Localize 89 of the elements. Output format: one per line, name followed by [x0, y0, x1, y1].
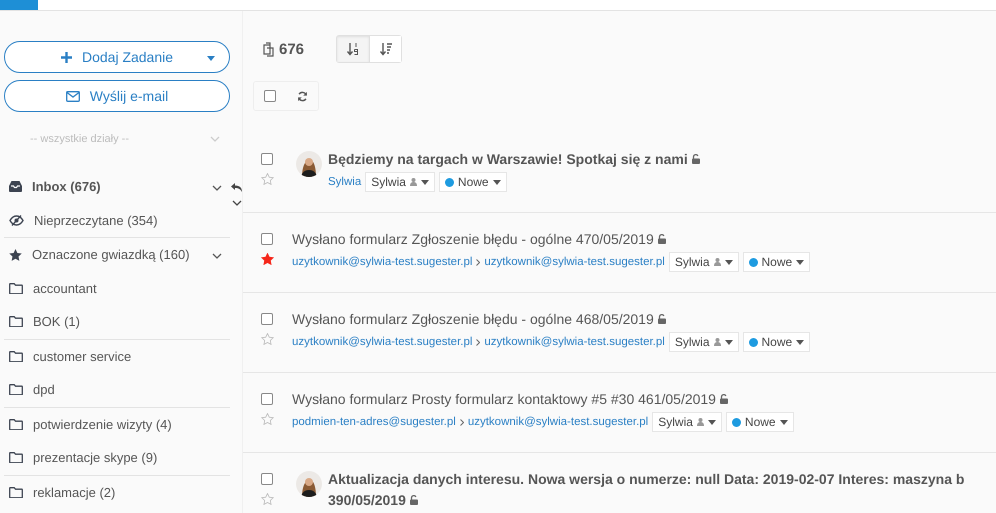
expand-chevron-icon [212, 253, 222, 260]
message-subject[interactable]: Wysłano formularz Prosty formularz kontaktowy #5 #30 461/05/2019 [292, 391, 716, 407]
caret-icon [724, 340, 732, 344]
sort-button[interactable] [337, 36, 370, 62]
row-checkbox[interactable] [261, 313, 273, 325]
caret-icon [708, 420, 716, 424]
folder-icon [9, 486, 23, 498]
sender-address[interactable]: uzytkownik@sylwia-test.sugester.pl [292, 336, 472, 348]
folder-icon [9, 316, 23, 328]
sort-numeric-icon [346, 42, 360, 56]
reply-icon[interactable] [231, 183, 242, 192]
sidebar-item[interactable]: Oznaczone gwiazdką (160) [4, 238, 230, 272]
lock-icon [658, 234, 666, 244]
row-checkbox[interactable] [261, 233, 273, 245]
message-count: 676 [279, 40, 304, 58]
owner-dropdown[interactable]: Sylwia [365, 172, 435, 192]
status-dropdown[interactable]: Nowe [726, 412, 794, 432]
chevron-right-icon [476, 258, 480, 266]
star-icon [9, 248, 22, 261]
caret-icon [796, 260, 804, 264]
sidebar-item[interactable]: BOK (1) [4, 305, 230, 338]
person-icon [714, 258, 720, 266]
send-email-button[interactable]: Wyślij e-mail [4, 80, 230, 112]
recipient-address[interactable]: uzytkownik@sylwia-test.sugester.pl [484, 256, 665, 268]
lock-icon [658, 314, 666, 324]
sender-address[interactable]: uzytkownik@sylwia-test.sugester.pl [292, 256, 472, 268]
caret-icon [780, 420, 788, 424]
add-task-button[interactable]: Dodaj Zadanie [4, 41, 230, 73]
folder-icon [9, 452, 23, 464]
folder-icon [9, 384, 23, 396]
lock-icon [692, 154, 700, 164]
sidebar-item[interactable]: dpd [4, 373, 230, 406]
sidebar-item[interactable]: customer service [4, 340, 230, 373]
status-dropdown[interactable]: Nowe [742, 332, 810, 352]
owner-dropdown[interactable]: Sylwia [668, 252, 738, 272]
caret-icon [796, 340, 804, 344]
sidebar-item[interactable]: accountant [4, 272, 230, 305]
message-subject[interactable]: Wysłano formularz Zgłoszenie błędu - ogólne 468/05/2019 [292, 311, 654, 327]
person-icon [410, 178, 417, 186]
lock-icon [720, 394, 728, 404]
chevron-right-icon [460, 418, 464, 426]
row-checkbox[interactable] [261, 473, 273, 485]
select-all-checkbox[interactable] [264, 90, 276, 102]
message-subject[interactable]: 390/05/2019 [328, 492, 406, 508]
expand-chevron-icon [212, 185, 222, 192]
recipient-address[interactable]: uzytkownik@sylwia-test.sugester.pl [484, 336, 665, 348]
sender-address[interactable]: podmien-ten-adres@sugester.pl [292, 416, 456, 428]
message-subject[interactable]: Wysłano formularz Zgłoszenie błędu - ogólne 470/05/2019 [292, 231, 654, 247]
refresh-icon[interactable] [296, 90, 308, 102]
caret-icon [207, 56, 215, 61]
recipient-address[interactable]: uzytkownik@sylwia-test.sugester.pl [468, 416, 648, 428]
sidebar-item[interactable]: Inbox (676) [4, 170, 230, 204]
folder-icon [9, 418, 23, 430]
status-dropdown[interactable]: Nowe [742, 252, 810, 272]
star-icon[interactable] [261, 493, 274, 505]
star-icon[interactable] [261, 253, 274, 265]
caret-icon [492, 180, 501, 184]
star-icon[interactable] [261, 173, 274, 185]
status-dropdown[interactable]: Nowe [438, 172, 507, 192]
sort-lines-icon [378, 42, 393, 56]
person-icon [696, 418, 704, 426]
star-icon[interactable] [261, 413, 274, 425]
sidebar-item[interactable]: potwierdzenie wizyty (4) [4, 408, 230, 441]
sender-address[interactable]: Sylwia [328, 176, 362, 188]
message-subject[interactable]: Aktualizacja danych interesu. Nowa wersja o numerze: null Data: 2019-02-07 Interes: maszyna b [328, 471, 964, 487]
caret-icon [420, 180, 429, 184]
envelope-icon [66, 90, 80, 102]
lock-icon [410, 495, 418, 505]
plus-icon [60, 52, 72, 62]
person-icon [714, 338, 720, 346]
row-checkbox[interactable] [261, 153, 273, 165]
caret-icon [724, 260, 732, 264]
folder-icon [9, 282, 23, 294]
eye-slash-icon [9, 214, 24, 226]
row-checkbox[interactable] [261, 393, 273, 405]
sidebar-item[interactable]: Nieprzeczytane (354) [4, 204, 230, 237]
copy-icon [261, 42, 276, 56]
owner-dropdown[interactable]: Sylwia [652, 412, 722, 432]
star-icon[interactable] [261, 333, 274, 345]
chevron-down-icon [210, 136, 220, 142]
sort-button[interactable] [369, 36, 402, 62]
chevron-right-icon [476, 338, 480, 346]
message-subject[interactable]: Będziemy na targach w Warszawie! Spotkaj się z nami [328, 151, 688, 167]
inbox-icon [9, 181, 22, 192]
sidebar-item[interactable]: reklamacje (2) [4, 476, 230, 509]
owner-dropdown[interactable]: Sylwia [668, 332, 738, 352]
folder-icon [9, 350, 23, 362]
chevron-down-icon [232, 200, 242, 206]
sidebar-item[interactable]: prezentacje skype (9) [4, 441, 230, 474]
